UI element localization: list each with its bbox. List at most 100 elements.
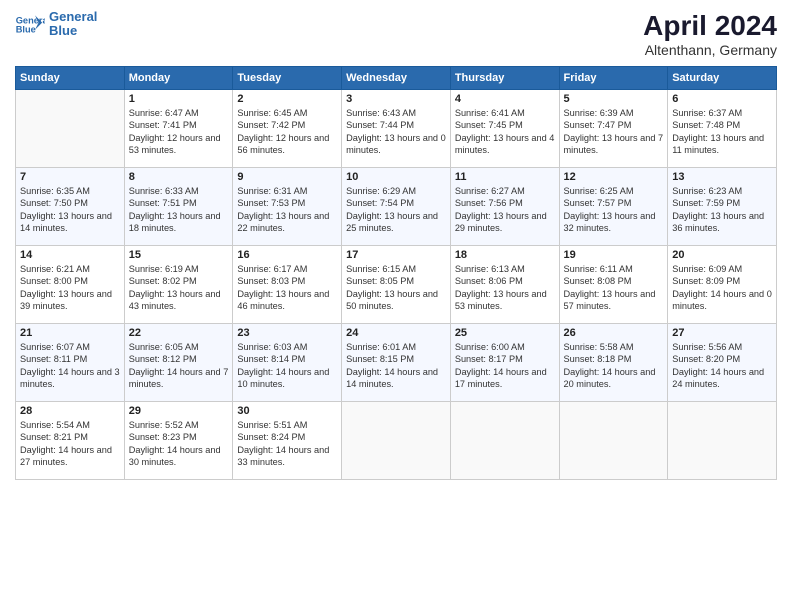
sunset: Sunset: 8:24 PM: [237, 432, 305, 442]
day-info: Sunrise: 6:15 AM Sunset: 8:05 PM Dayligh…: [346, 263, 446, 313]
sunrise: Sunrise: 5:54 AM: [20, 420, 90, 430]
day-info: Sunrise: 5:56 AM Sunset: 8:20 PM Dayligh…: [672, 341, 772, 391]
table-row: 12 Sunrise: 6:25 AM Sunset: 7:57 PM Dayl…: [559, 168, 668, 246]
logo-icon: General Blue: [15, 14, 45, 34]
day-info: Sunrise: 6:17 AM Sunset: 8:03 PM Dayligh…: [237, 263, 337, 313]
day-number: 16: [237, 249, 337, 261]
table-row: 1 Sunrise: 6:47 AM Sunset: 7:41 PM Dayli…: [124, 90, 233, 168]
daylight: Daylight: 14 hours and 7 minutes.: [129, 367, 229, 389]
col-friday: Friday: [559, 67, 668, 90]
table-row: [450, 402, 559, 480]
day-info: Sunrise: 5:51 AM Sunset: 8:24 PM Dayligh…: [237, 419, 337, 469]
sunset: Sunset: 8:00 PM: [20, 276, 88, 286]
sunrise: Sunrise: 6:29 AM: [346, 186, 416, 196]
svg-text:Blue: Blue: [16, 25, 36, 34]
daylight: Daylight: 13 hours and 39 minutes.: [20, 289, 112, 311]
sunrise: Sunrise: 6:45 AM: [237, 108, 307, 118]
table-row: 9 Sunrise: 6:31 AM Sunset: 7:53 PM Dayli…: [233, 168, 342, 246]
day-info: Sunrise: 6:00 AM Sunset: 8:17 PM Dayligh…: [455, 341, 555, 391]
sunrise: Sunrise: 6:11 AM: [564, 264, 633, 274]
sunset: Sunset: 7:57 PM: [564, 198, 632, 208]
sunrise: Sunrise: 6:03 AM: [237, 342, 307, 352]
table-row: 27 Sunrise: 5:56 AM Sunset: 8:20 PM Dayl…: [668, 324, 777, 402]
table-row: 29 Sunrise: 5:52 AM Sunset: 8:23 PM Dayl…: [124, 402, 233, 480]
calendar-week-row: 7 Sunrise: 6:35 AM Sunset: 7:50 PM Dayli…: [16, 168, 777, 246]
daylight: Daylight: 13 hours and 32 minutes.: [564, 211, 656, 233]
daylight: Daylight: 14 hours and 14 minutes.: [346, 367, 438, 389]
sunrise: Sunrise: 6:37 AM: [672, 108, 742, 118]
day-number: 28: [20, 405, 120, 417]
table-row: 25 Sunrise: 6:00 AM Sunset: 8:17 PM Dayl…: [450, 324, 559, 402]
day-info: Sunrise: 6:31 AM Sunset: 7:53 PM Dayligh…: [237, 185, 337, 235]
day-info: Sunrise: 6:37 AM Sunset: 7:48 PM Dayligh…: [672, 107, 772, 157]
sunset: Sunset: 8:05 PM: [346, 276, 414, 286]
day-info: Sunrise: 6:21 AM Sunset: 8:00 PM Dayligh…: [20, 263, 120, 313]
sunset: Sunset: 8:08 PM: [564, 276, 632, 286]
sunset: Sunset: 8:23 PM: [129, 432, 197, 442]
sunset: Sunset: 7:51 PM: [129, 198, 197, 208]
daylight: Daylight: 14 hours and 10 minutes.: [237, 367, 329, 389]
col-monday: Monday: [124, 67, 233, 90]
day-number: 24: [346, 327, 446, 339]
day-number: 6: [672, 93, 772, 105]
day-info: Sunrise: 6:19 AM Sunset: 8:02 PM Dayligh…: [129, 263, 229, 313]
page: General Blue General Blue April 2024 Alt…: [0, 0, 792, 612]
sunset: Sunset: 8:18 PM: [564, 354, 632, 364]
table-row: [16, 90, 125, 168]
daylight: Daylight: 13 hours and 25 minutes.: [346, 211, 438, 233]
daylight: Daylight: 14 hours and 17 minutes.: [455, 367, 547, 389]
day-info: Sunrise: 6:03 AM Sunset: 8:14 PM Dayligh…: [237, 341, 337, 391]
daylight: Daylight: 13 hours and 22 minutes.: [237, 211, 329, 233]
table-row: 20 Sunrise: 6:09 AM Sunset: 8:09 PM Dayl…: [668, 246, 777, 324]
calendar-title: April 2024: [643, 10, 777, 42]
day-info: Sunrise: 6:45 AM Sunset: 7:42 PM Dayligh…: [237, 107, 337, 157]
day-number: 25: [455, 327, 555, 339]
day-info: Sunrise: 6:29 AM Sunset: 7:54 PM Dayligh…: [346, 185, 446, 235]
daylight: Daylight: 13 hours and 18 minutes.: [129, 211, 221, 233]
day-number: 21: [20, 327, 120, 339]
day-number: 17: [346, 249, 446, 261]
sunrise: Sunrise: 6:23 AM: [672, 186, 742, 196]
table-row: 5 Sunrise: 6:39 AM Sunset: 7:47 PM Dayli…: [559, 90, 668, 168]
day-number: 18: [455, 249, 555, 261]
daylight: Daylight: 14 hours and 33 minutes.: [237, 445, 329, 467]
day-number: 23: [237, 327, 337, 339]
table-row: 17 Sunrise: 6:15 AM Sunset: 8:05 PM Dayl…: [342, 246, 451, 324]
daylight: Daylight: 13 hours and 0 minutes.: [346, 133, 446, 155]
table-row: 11 Sunrise: 6:27 AM Sunset: 7:56 PM Dayl…: [450, 168, 559, 246]
sunset: Sunset: 8:02 PM: [129, 276, 197, 286]
day-number: 22: [129, 327, 229, 339]
day-info: Sunrise: 6:35 AM Sunset: 7:50 PM Dayligh…: [20, 185, 120, 235]
day-info: Sunrise: 6:39 AM Sunset: 7:47 PM Dayligh…: [564, 107, 664, 157]
day-info: Sunrise: 6:25 AM Sunset: 7:57 PM Dayligh…: [564, 185, 664, 235]
calendar-week-row: 21 Sunrise: 6:07 AM Sunset: 8:11 PM Dayl…: [16, 324, 777, 402]
daylight: Daylight: 13 hours and 4 minutes.: [455, 133, 555, 155]
day-number: 20: [672, 249, 772, 261]
daylight: Daylight: 13 hours and 57 minutes.: [564, 289, 656, 311]
sunrise: Sunrise: 6:01 AM: [346, 342, 416, 352]
day-info: Sunrise: 5:58 AM Sunset: 8:18 PM Dayligh…: [564, 341, 664, 391]
day-number: 11: [455, 171, 555, 183]
sunrise: Sunrise: 5:58 AM: [564, 342, 634, 352]
daylight: Daylight: 13 hours and 43 minutes.: [129, 289, 221, 311]
day-info: Sunrise: 6:13 AM Sunset: 8:06 PM Dayligh…: [455, 263, 555, 313]
col-sunday: Sunday: [16, 67, 125, 90]
col-tuesday: Tuesday: [233, 67, 342, 90]
sunset: Sunset: 8:12 PM: [129, 354, 197, 364]
day-number: 13: [672, 171, 772, 183]
sunset: Sunset: 7:41 PM: [129, 120, 197, 130]
table-row: 22 Sunrise: 6:05 AM Sunset: 8:12 PM Dayl…: [124, 324, 233, 402]
sunrise: Sunrise: 5:52 AM: [129, 420, 199, 430]
sunrise: Sunrise: 6:15 AM: [346, 264, 416, 274]
sunset: Sunset: 7:50 PM: [20, 198, 88, 208]
daylight: Daylight: 14 hours and 3 minutes.: [20, 367, 120, 389]
table-row: 13 Sunrise: 6:23 AM Sunset: 7:59 PM Dayl…: [668, 168, 777, 246]
sunset: Sunset: 7:44 PM: [346, 120, 414, 130]
sunrise: Sunrise: 6:31 AM: [237, 186, 307, 196]
calendar-header-row: Sunday Monday Tuesday Wednesday Thursday…: [16, 67, 777, 90]
sunrise: Sunrise: 6:07 AM: [20, 342, 90, 352]
table-row: 24 Sunrise: 6:01 AM Sunset: 8:15 PM Dayl…: [342, 324, 451, 402]
day-info: Sunrise: 6:11 AM Sunset: 8:08 PM Dayligh…: [564, 263, 664, 313]
calendar-week-row: 1 Sunrise: 6:47 AM Sunset: 7:41 PM Dayli…: [16, 90, 777, 168]
table-row: 28 Sunrise: 5:54 AM Sunset: 8:21 PM Dayl…: [16, 402, 125, 480]
